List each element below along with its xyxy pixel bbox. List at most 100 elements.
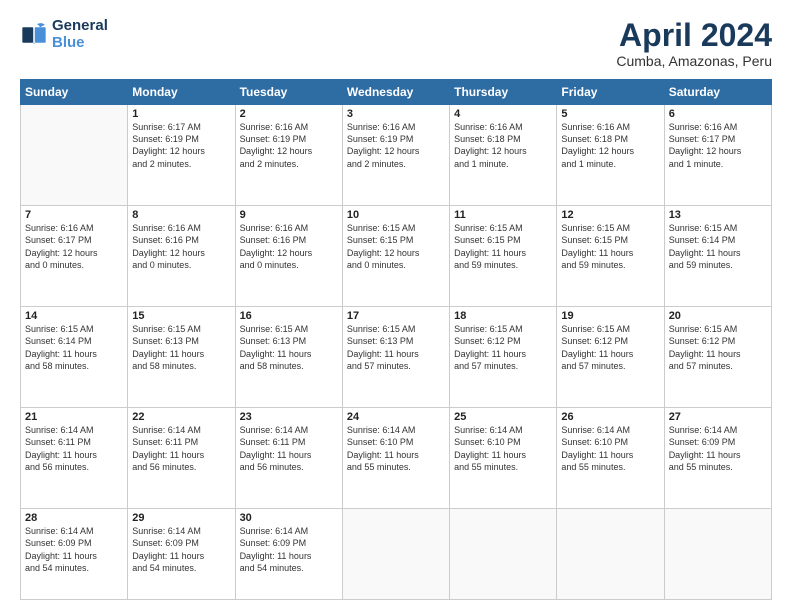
day-number: 5: [561, 108, 659, 120]
day-info: Sunrise: 6:15 AMSunset: 6:12 PMDaylight:…: [561, 323, 659, 372]
page: General Blue April 2024 Cumba, Amazonas,…: [0, 0, 792, 612]
calendar-cell: 11Sunrise: 6:15 AMSunset: 6:15 PMDayligh…: [450, 206, 557, 307]
day-info: Sunrise: 6:14 AMSunset: 6:11 PMDaylight:…: [25, 424, 123, 473]
calendar-week-row: 14Sunrise: 6:15 AMSunset: 6:14 PMDayligh…: [21, 307, 772, 408]
calendar-cell: 12Sunrise: 6:15 AMSunset: 6:15 PMDayligh…: [557, 206, 664, 307]
calendar-cell: 13Sunrise: 6:15 AMSunset: 6:14 PMDayligh…: [664, 206, 771, 307]
calendar-cell: 14Sunrise: 6:15 AMSunset: 6:14 PMDayligh…: [21, 307, 128, 408]
day-number: 26: [561, 411, 659, 423]
day-info: Sunrise: 6:17 AMSunset: 6:19 PMDaylight:…: [132, 121, 230, 170]
day-info: Sunrise: 6:16 AMSunset: 6:17 PMDaylight:…: [669, 121, 767, 170]
weekday-header-row: SundayMondayTuesdayWednesdayThursdayFrid…: [21, 80, 772, 105]
header: General Blue April 2024 Cumba, Amazonas,…: [20, 18, 772, 69]
day-info: Sunrise: 6:14 AMSunset: 6:09 PMDaylight:…: [240, 525, 338, 574]
calendar-cell: [342, 509, 449, 600]
calendar-cell: 18Sunrise: 6:15 AMSunset: 6:12 PMDayligh…: [450, 307, 557, 408]
calendar-cell: 9Sunrise: 6:16 AMSunset: 6:16 PMDaylight…: [235, 206, 342, 307]
day-number: 16: [240, 310, 338, 322]
weekday-header-thursday: Thursday: [450, 80, 557, 105]
day-number: 10: [347, 209, 445, 221]
day-number: 7: [25, 209, 123, 221]
day-info: Sunrise: 6:14 AMSunset: 6:11 PMDaylight:…: [240, 424, 338, 473]
day-info: Sunrise: 6:16 AMSunset: 6:18 PMDaylight:…: [561, 121, 659, 170]
calendar-week-row: 28Sunrise: 6:14 AMSunset: 6:09 PMDayligh…: [21, 509, 772, 600]
weekday-header-friday: Friday: [557, 80, 664, 105]
day-number: 4: [454, 108, 552, 120]
logo: General Blue: [20, 18, 108, 51]
day-number: 21: [25, 411, 123, 423]
calendar-cell: 5Sunrise: 6:16 AMSunset: 6:18 PMDaylight…: [557, 105, 664, 206]
day-info: Sunrise: 6:16 AMSunset: 6:17 PMDaylight:…: [25, 222, 123, 271]
calendar-cell: 16Sunrise: 6:15 AMSunset: 6:13 PMDayligh…: [235, 307, 342, 408]
day-info: Sunrise: 6:14 AMSunset: 6:09 PMDaylight:…: [669, 424, 767, 473]
calendar-week-row: 21Sunrise: 6:14 AMSunset: 6:11 PMDayligh…: [21, 408, 772, 509]
title-block: April 2024 Cumba, Amazonas, Peru: [616, 18, 772, 69]
day-number: 2: [240, 108, 338, 120]
calendar-cell: 7Sunrise: 6:16 AMSunset: 6:17 PMDaylight…: [21, 206, 128, 307]
day-number: 18: [454, 310, 552, 322]
day-number: 25: [454, 411, 552, 423]
calendar-cell: 4Sunrise: 6:16 AMSunset: 6:18 PMDaylight…: [450, 105, 557, 206]
day-number: 28: [25, 512, 123, 524]
weekday-header-wednesday: Wednesday: [342, 80, 449, 105]
day-info: Sunrise: 6:14 AMSunset: 6:10 PMDaylight:…: [347, 424, 445, 473]
day-info: Sunrise: 6:14 AMSunset: 6:09 PMDaylight:…: [132, 525, 230, 574]
day-info: Sunrise: 6:15 AMSunset: 6:12 PMDaylight:…: [454, 323, 552, 372]
weekday-header-monday: Monday: [128, 80, 235, 105]
subtitle: Cumba, Amazonas, Peru: [616, 53, 772, 69]
day-info: Sunrise: 6:15 AMSunset: 6:13 PMDaylight:…: [132, 323, 230, 372]
day-number: 6: [669, 108, 767, 120]
calendar-cell: 8Sunrise: 6:16 AMSunset: 6:16 PMDaylight…: [128, 206, 235, 307]
weekday-header-tuesday: Tuesday: [235, 80, 342, 105]
day-number: 15: [132, 310, 230, 322]
calendar-cell: 24Sunrise: 6:14 AMSunset: 6:10 PMDayligh…: [342, 408, 449, 509]
calendar-cell: 29Sunrise: 6:14 AMSunset: 6:09 PMDayligh…: [128, 509, 235, 600]
day-number: 22: [132, 411, 230, 423]
calendar-cell: 20Sunrise: 6:15 AMSunset: 6:12 PMDayligh…: [664, 307, 771, 408]
calendar-cell: 10Sunrise: 6:15 AMSunset: 6:15 PMDayligh…: [342, 206, 449, 307]
day-info: Sunrise: 6:16 AMSunset: 6:19 PMDaylight:…: [240, 121, 338, 170]
day-info: Sunrise: 6:14 AMSunset: 6:09 PMDaylight:…: [25, 525, 123, 574]
day-number: 24: [347, 411, 445, 423]
calendar-cell: 1Sunrise: 6:17 AMSunset: 6:19 PMDaylight…: [128, 105, 235, 206]
logo-text: General Blue: [52, 18, 108, 51]
calendar-cell: [450, 509, 557, 600]
calendar-cell: 26Sunrise: 6:14 AMSunset: 6:10 PMDayligh…: [557, 408, 664, 509]
day-number: 19: [561, 310, 659, 322]
day-info: Sunrise: 6:15 AMSunset: 6:13 PMDaylight:…: [347, 323, 445, 372]
day-info: Sunrise: 6:16 AMSunset: 6:16 PMDaylight:…: [240, 222, 338, 271]
calendar-cell: 23Sunrise: 6:14 AMSunset: 6:11 PMDayligh…: [235, 408, 342, 509]
calendar-cell: 30Sunrise: 6:14 AMSunset: 6:09 PMDayligh…: [235, 509, 342, 600]
weekday-header-sunday: Sunday: [21, 80, 128, 105]
calendar-cell: 6Sunrise: 6:16 AMSunset: 6:17 PMDaylight…: [664, 105, 771, 206]
day-info: Sunrise: 6:14 AMSunset: 6:11 PMDaylight:…: [132, 424, 230, 473]
day-number: 29: [132, 512, 230, 524]
day-info: Sunrise: 6:14 AMSunset: 6:10 PMDaylight:…: [561, 424, 659, 473]
calendar-cell: 25Sunrise: 6:14 AMSunset: 6:10 PMDayligh…: [450, 408, 557, 509]
calendar-cell: 2Sunrise: 6:16 AMSunset: 6:19 PMDaylight…: [235, 105, 342, 206]
day-info: Sunrise: 6:15 AMSunset: 6:14 PMDaylight:…: [25, 323, 123, 372]
day-info: Sunrise: 6:15 AMSunset: 6:15 PMDaylight:…: [347, 222, 445, 271]
weekday-header-saturday: Saturday: [664, 80, 771, 105]
day-number: 23: [240, 411, 338, 423]
logo-icon: [20, 21, 48, 49]
calendar-week-row: 7Sunrise: 6:16 AMSunset: 6:17 PMDaylight…: [21, 206, 772, 307]
calendar-cell: 28Sunrise: 6:14 AMSunset: 6:09 PMDayligh…: [21, 509, 128, 600]
calendar-cell: 27Sunrise: 6:14 AMSunset: 6:09 PMDayligh…: [664, 408, 771, 509]
day-number: 11: [454, 209, 552, 221]
calendar-cell: 17Sunrise: 6:15 AMSunset: 6:13 PMDayligh…: [342, 307, 449, 408]
day-info: Sunrise: 6:15 AMSunset: 6:15 PMDaylight:…: [454, 222, 552, 271]
day-number: 27: [669, 411, 767, 423]
day-number: 3: [347, 108, 445, 120]
calendar-cell: [557, 509, 664, 600]
day-number: 20: [669, 310, 767, 322]
day-number: 17: [347, 310, 445, 322]
day-info: Sunrise: 6:16 AMSunset: 6:19 PMDaylight:…: [347, 121, 445, 170]
day-number: 13: [669, 209, 767, 221]
day-info: Sunrise: 6:15 AMSunset: 6:14 PMDaylight:…: [669, 222, 767, 271]
day-number: 1: [132, 108, 230, 120]
calendar-cell: [664, 509, 771, 600]
calendar-cell: 22Sunrise: 6:14 AMSunset: 6:11 PMDayligh…: [128, 408, 235, 509]
day-info: Sunrise: 6:15 AMSunset: 6:15 PMDaylight:…: [561, 222, 659, 271]
day-info: Sunrise: 6:15 AMSunset: 6:13 PMDaylight:…: [240, 323, 338, 372]
